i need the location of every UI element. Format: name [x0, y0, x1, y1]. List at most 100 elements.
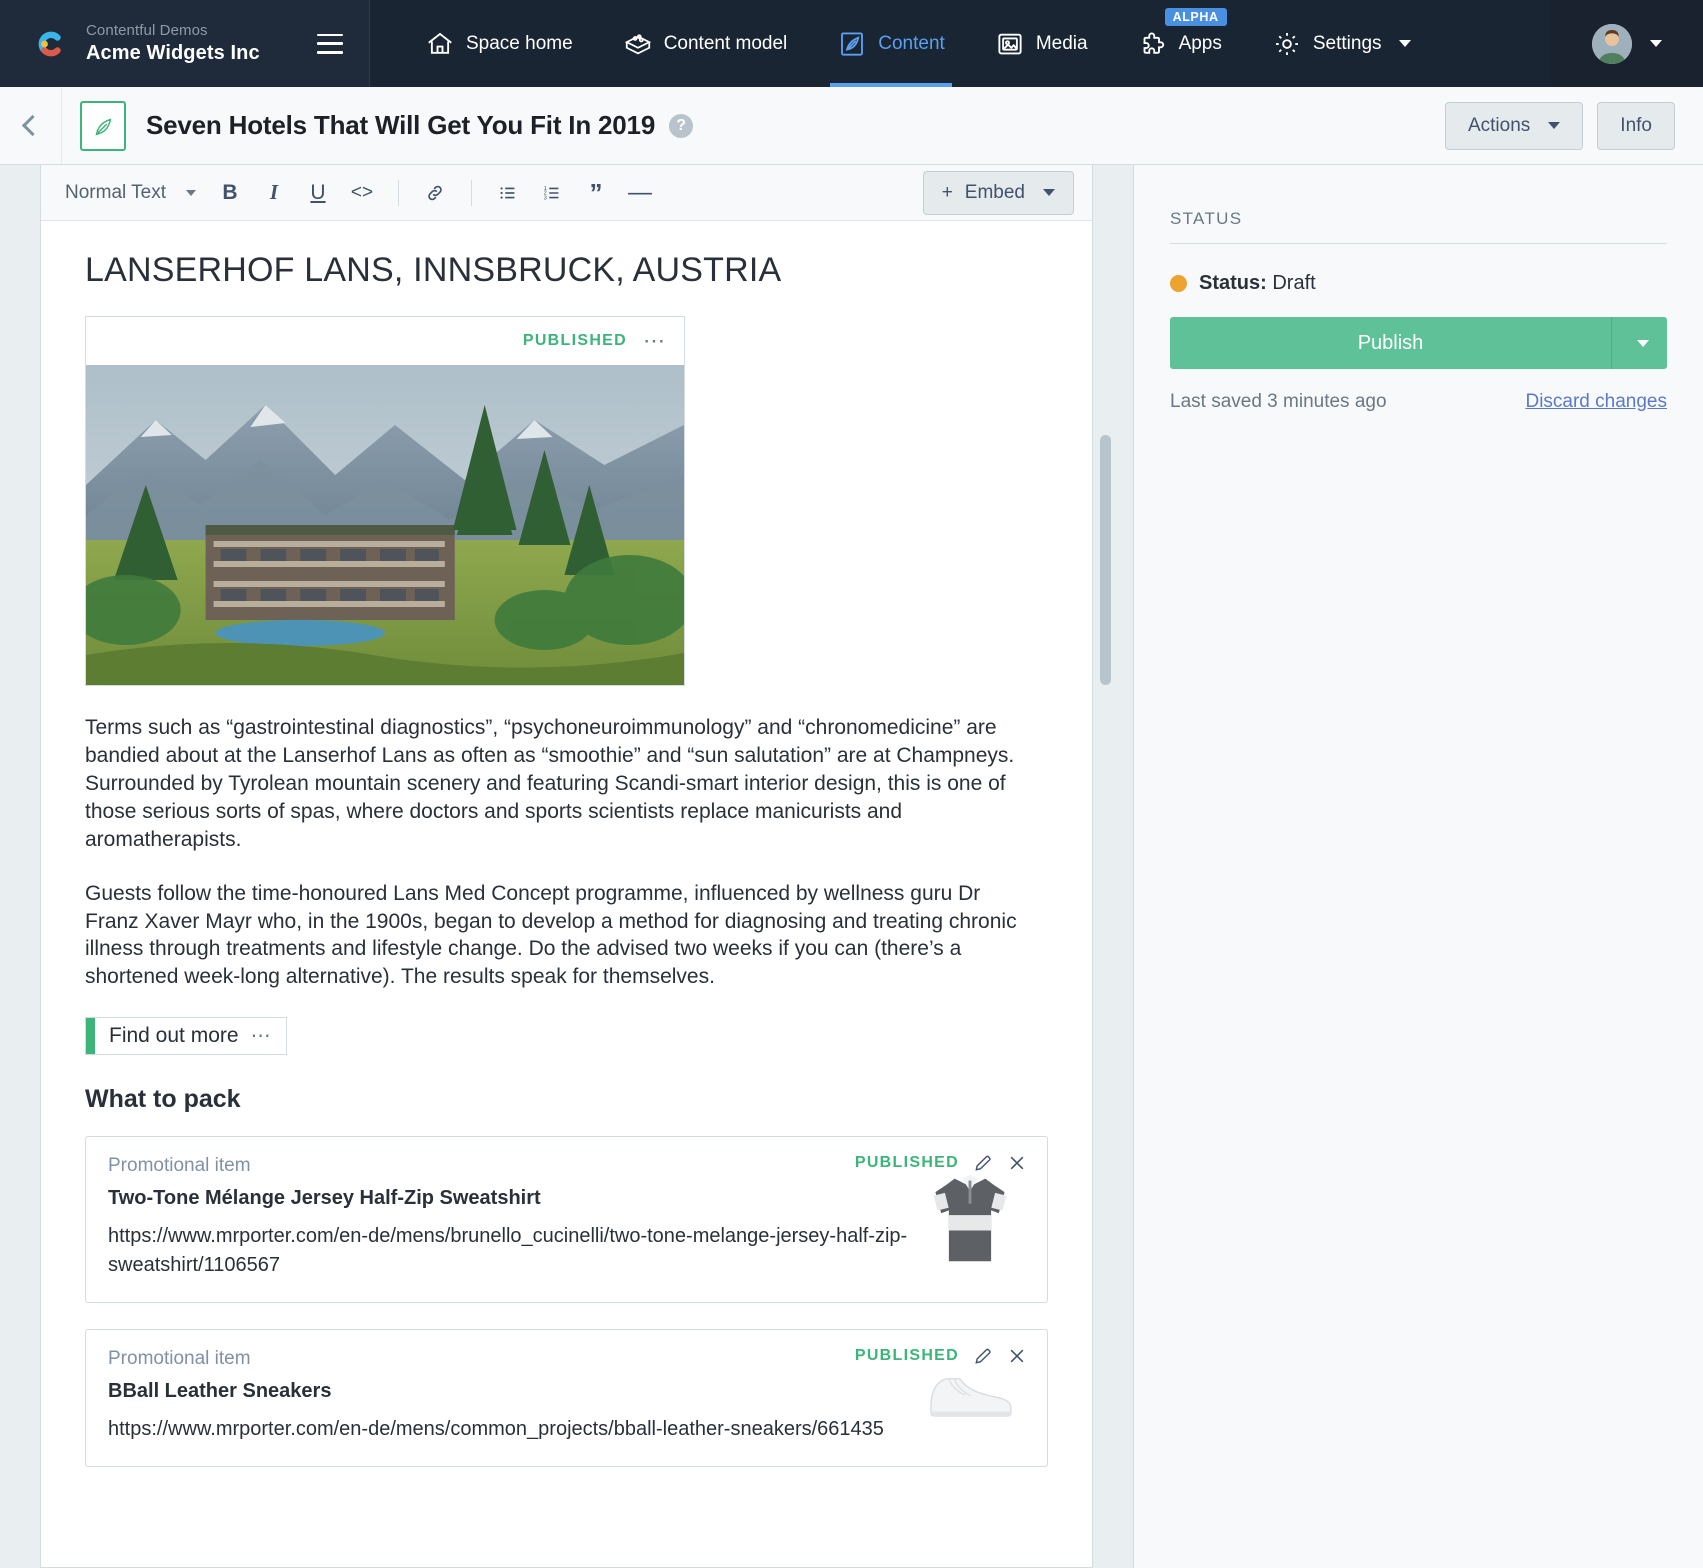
- content-pen-icon: [837, 29, 867, 59]
- code-button[interactable]: <>: [342, 173, 382, 213]
- rich-text-toolbar: Normal Text B I U <> 1 2 3 ” — + Embed: [41, 165, 1092, 221]
- entry-card-actions: PUBLISHED: [855, 1346, 1027, 1366]
- body-paragraph: Guests follow the time-honoured Lans Med…: [85, 881, 1017, 989]
- save-status-row: Last saved 3 minutes ago Discard changes: [1170, 391, 1667, 413]
- back-button[interactable]: [0, 87, 62, 164]
- status-dot-icon: [1170, 275, 1187, 292]
- underline-button[interactable]: U: [298, 173, 338, 213]
- entry-card-body: Promotional item Two-Tone Mélange Jersey…: [108, 1155, 915, 1280]
- embedded-asset-card[interactable]: PUBLISHED ⋯: [85, 316, 685, 686]
- home-icon: [425, 29, 455, 59]
- editor-left-gutter: [0, 165, 40, 1568]
- italic-glyph: I: [269, 180, 279, 204]
- main-nav-items: Space home Content model Content Media A…: [370, 0, 1551, 87]
- body-paragraph: Terms such as “gastrointestinal diagnost…: [85, 716, 1015, 851]
- status-label: Status:: [1199, 272, 1267, 294]
- nav-item-content-model[interactable]: Content model: [598, 0, 813, 87]
- gear-icon: [1272, 29, 1302, 59]
- info-button[interactable]: Info: [1597, 101, 1675, 150]
- chevron-down-icon: [1650, 40, 1662, 47]
- discard-changes-link[interactable]: Discard changes: [1525, 391, 1667, 413]
- embed-button-label: Embed: [964, 181, 1025, 203]
- organization-name: Contentful Demos: [86, 22, 208, 39]
- chevron-down-icon: [1043, 189, 1055, 196]
- nav-item-content[interactable]: Content: [812, 0, 970, 87]
- contentful-logo-icon: [30, 23, 72, 65]
- embedded-entry-card[interactable]: Promotional item Two-Tone Mélange Jersey…: [85, 1136, 1048, 1304]
- bold-button[interactable]: B: [210, 173, 250, 213]
- nav-item-space-home[interactable]: Space home: [400, 0, 598, 87]
- text-style-label: Normal Text: [65, 181, 167, 203]
- status-badge: PUBLISHED: [854, 1154, 959, 1172]
- nav-item-settings[interactable]: Settings: [1247, 0, 1436, 87]
- status-value: Draft: [1272, 272, 1316, 294]
- link-button[interactable]: [415, 173, 455, 213]
- entry-card-thumbnail: [915, 1364, 1025, 1428]
- editor-scrollbar[interactable]: [1100, 435, 1111, 685]
- entry-card-title: Two-Tone Mélange Jersey Half-Zip Sweatsh…: [108, 1187, 541, 1210]
- entry-card-body: Promotional item BBall Leather Sneakers …: [108, 1348, 915, 1444]
- content-model-icon: [623, 29, 653, 59]
- inline-entry-chip[interactable]: Find out more ⋯: [85, 1017, 287, 1056]
- chevron-left-icon: [21, 114, 44, 137]
- italic-button[interactable]: I: [254, 173, 294, 213]
- pencil-icon[interactable]: [973, 1346, 993, 1366]
- nav-label: Apps: [1178, 32, 1222, 54]
- leaf-entry-icon: [80, 100, 126, 151]
- puzzle-piece-icon: [1138, 29, 1168, 59]
- last-saved-text: Last saved 3 minutes ago: [1170, 391, 1387, 412]
- hamburger-menu-icon[interactable]: [317, 33, 343, 54]
- pencil-icon[interactable]: [973, 1153, 993, 1173]
- user-menu[interactable]: [1551, 0, 1703, 87]
- quote-button[interactable]: ”: [576, 173, 616, 213]
- hotel-mountain-image: [86, 365, 684, 685]
- publish-options-button[interactable]: [1611, 317, 1667, 369]
- code-glyph: <>: [350, 181, 374, 203]
- actions-button[interactable]: Actions: [1444, 101, 1584, 150]
- embedded-entry-card[interactable]: Promotional item BBall Leather Sneakers …: [85, 1329, 1048, 1468]
- chevron-down-icon: [1636, 339, 1649, 347]
- svg-text:3: 3: [544, 195, 547, 201]
- embed-plus-icon: +: [941, 181, 953, 203]
- numbered-list-button[interactable]: 1 2 3: [532, 173, 572, 213]
- rich-text-content[interactable]: LANSERHOF LANS, INNSBRUCK, AUSTRIA PUBLI…: [41, 221, 1092, 1567]
- close-icon[interactable]: [1007, 1153, 1027, 1173]
- bold-glyph: B: [222, 180, 238, 204]
- ellipsis-icon[interactable]: ⋯: [251, 1026, 272, 1046]
- inline-entry-label: Find out more: [109, 1024, 239, 1048]
- chevron-down-icon: [186, 189, 197, 196]
- text-style-dropdown[interactable]: Normal Text: [63, 176, 206, 210]
- status-text: Status: Draft: [1199, 272, 1316, 295]
- horizontal-rule-button[interactable]: —: [620, 173, 660, 213]
- status-badge: PUBLISHED: [522, 332, 627, 349]
- embed-button[interactable]: + Embed: [922, 170, 1074, 215]
- alpha-badge: ALPHA: [1164, 8, 1227, 26]
- entry-card-url: https://www.mrporter.com/en-de/mens/brun…: [108, 1225, 908, 1277]
- nav-item-media[interactable]: Media: [970, 0, 1113, 87]
- entry-card-url: https://www.mrporter.com/en-de/mens/comm…: [108, 1418, 884, 1441]
- space-selector[interactable]: Contentful Demos Acme Widgets Inc: [0, 0, 370, 87]
- nav-item-apps[interactable]: ALPHA Apps: [1113, 0, 1247, 87]
- document-heading: LANSERHOF LANS, INNSBRUCK, AUSTRIA: [85, 251, 782, 289]
- ellipsis-icon[interactable]: ⋯: [643, 330, 666, 352]
- publish-button[interactable]: Publish: [1170, 317, 1611, 369]
- media-image-icon: [995, 29, 1025, 59]
- section-heading: What to pack: [85, 1085, 241, 1114]
- actions-button-label: Actions: [1467, 114, 1531, 136]
- entry-content-type: Promotional item: [108, 1155, 251, 1177]
- bullet-list-button[interactable]: [488, 173, 528, 213]
- status-row: Status: Draft: [1170, 272, 1667, 295]
- entry-content-type: Promotional item: [108, 1348, 251, 1370]
- status-section-label: STATUS: [1170, 209, 1243, 228]
- close-icon[interactable]: [1007, 1346, 1027, 1366]
- publish-button-group: Publish: [1170, 317, 1667, 369]
- avatar: [1592, 23, 1632, 64]
- rich-text-editor: Normal Text B I U <> 1 2 3 ” — + Embed L…: [40, 165, 1093, 1568]
- entry-header-actions: Actions Info: [1444, 101, 1675, 150]
- nav-label: Media: [1035, 32, 1088, 54]
- quote-glyph: ”: [589, 177, 603, 208]
- nav-label: Content model: [663, 32, 788, 54]
- entry-header-bar: Seven Hotels That Will Get You Fit In 20…: [0, 87, 1703, 165]
- section-divider: [1170, 243, 1667, 244]
- question-mark-icon[interactable]: ?: [669, 113, 694, 138]
